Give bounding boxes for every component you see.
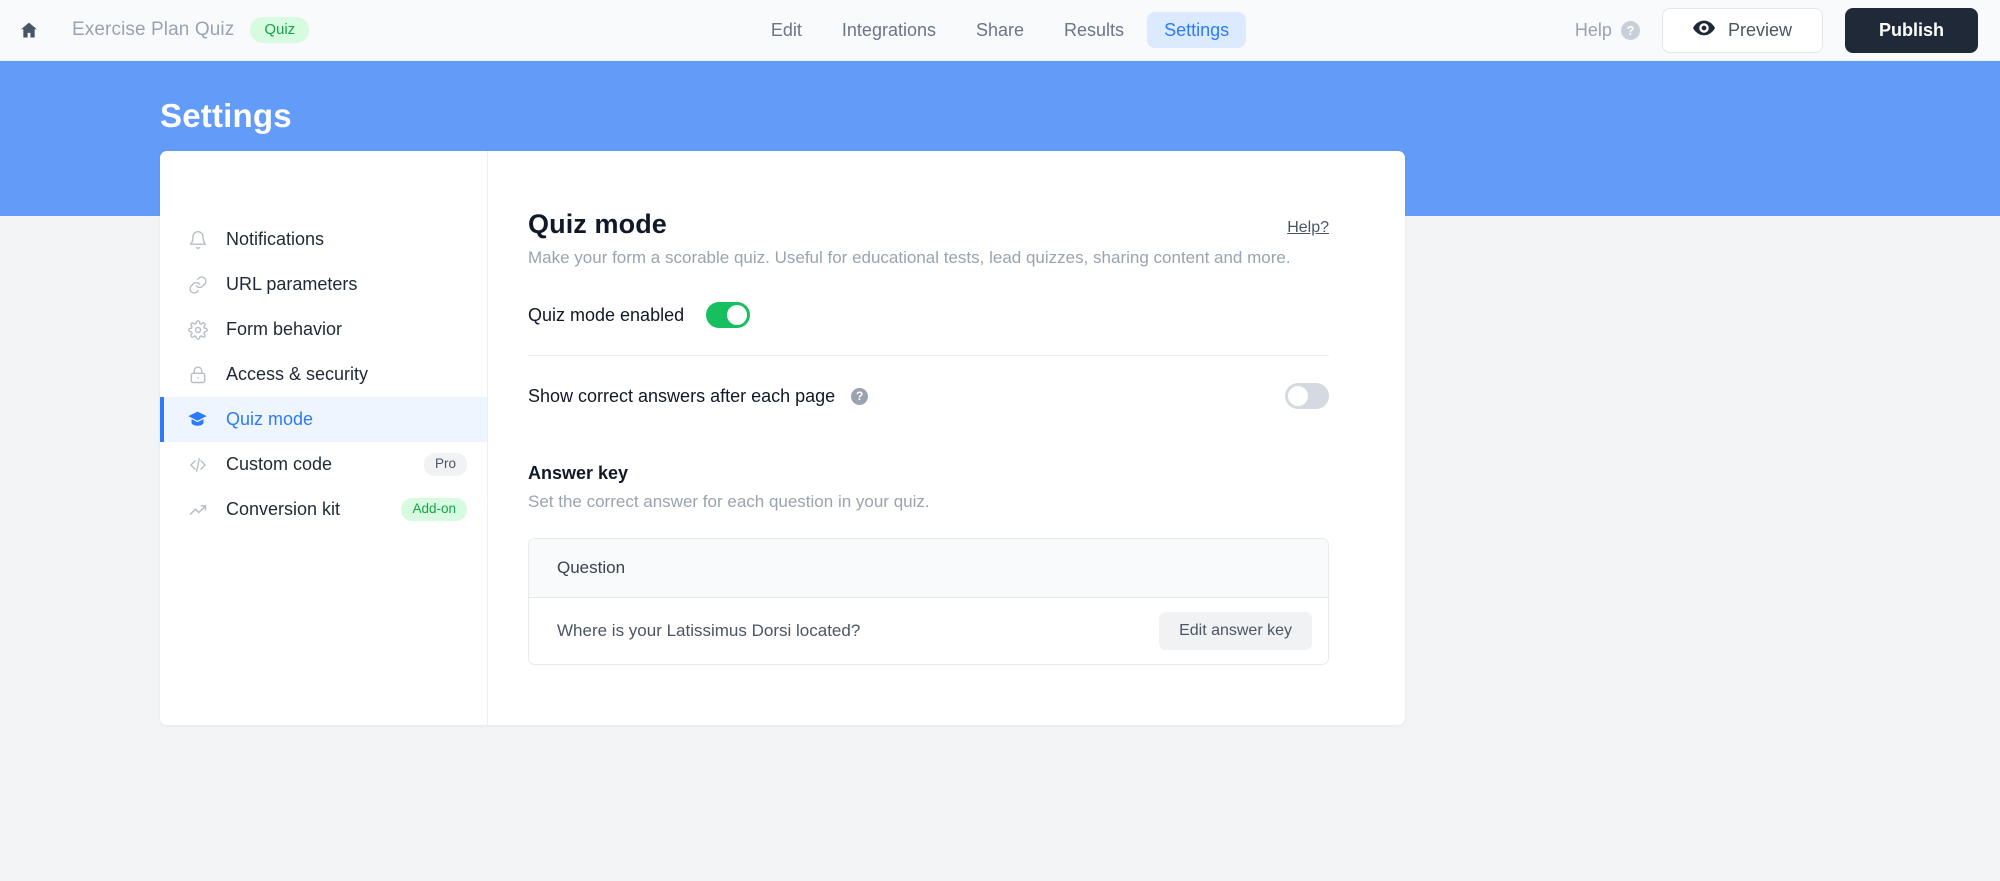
question-mark-icon: ? — [1620, 20, 1640, 40]
top-bar-actions: Help ? Preview Publish — [1575, 7, 1978, 53]
graduation-cap-icon — [187, 409, 208, 430]
sidebar-item-access-security[interactable]: Access & security — [160, 352, 487, 397]
answer-key-title: Answer key — [528, 463, 629, 483]
preview-label: Preview — [1727, 19, 1792, 40]
answer-key-table: Question Where is your Latissimus Dorsi … — [528, 538, 1329, 665]
settings-sidebar: Notifications URL parameters Form behavi… — [160, 151, 488, 725]
sidebar-badge-addon: Add-on — [401, 498, 467, 521]
table-header-question: Question — [529, 539, 1328, 598]
tab-edit[interactable]: Edit — [754, 12, 819, 48]
panel-help-link[interactable]: Help? — [1287, 219, 1329, 237]
quiz-mode-toggle[interactable] — [706, 302, 751, 328]
bell-icon — [187, 229, 208, 250]
show-answers-toggle-row: Show correct answers after each page ? — [528, 356, 1329, 409]
toggle-knob — [1288, 386, 1308, 406]
sidebar-item-label: Quiz mode — [226, 409, 314, 429]
trending-up-icon — [187, 499, 208, 520]
question-mark-icon[interactable]: ? — [851, 387, 869, 405]
show-answers-toggle-label: Show correct answers after each page — [528, 385, 836, 406]
question-text: Where is your Latissimus Dorsi located? — [557, 621, 861, 640]
show-answers-toggle[interactable] — [1285, 383, 1329, 409]
tab-settings[interactable]: Settings — [1147, 12, 1247, 48]
sidebar-item-label: URL parameters — [226, 274, 358, 294]
sidebar-item-url-parameters[interactable]: URL parameters — [160, 262, 487, 307]
quiz-mode-panel: Help? Quiz mode Make your form a scorabl… — [488, 151, 1405, 725]
form-title: Exercise Plan Quiz — [72, 19, 235, 40]
form-type-badge: Quiz — [250, 17, 310, 43]
settings-card: Notifications URL parameters Form behavi… — [160, 151, 1405, 725]
quiz-mode-toggle-row: Quiz mode enabled — [528, 302, 1329, 355]
table-row: Where is your Latissimus Dorsi located? … — [529, 598, 1328, 664]
sidebar-item-custom-code[interactable]: Custom code Pro — [160, 442, 487, 487]
top-bar: Exercise Plan Quiz Quiz Edit Integration… — [0, 0, 2000, 61]
section-subtitle: Make your form a scorable quiz. Useful f… — [528, 248, 1291, 267]
sidebar-item-conversion-kit[interactable]: Conversion kit Add-on — [160, 487, 487, 532]
tab-integrations[interactable]: Integrations — [825, 12, 953, 48]
sidebar-item-label: Conversion kit — [226, 499, 341, 519]
publish-button[interactable]: Publish — [1844, 7, 1978, 53]
code-icon — [187, 454, 208, 475]
quiz-mode-toggle-label: Quiz mode enabled — [528, 304, 685, 325]
edit-answer-key-button[interactable]: Edit answer key — [1159, 612, 1312, 650]
eye-icon — [1692, 20, 1715, 41]
gear-icon — [187, 319, 208, 340]
section-title: Quiz mode — [528, 209, 667, 239]
toggle-knob — [727, 305, 748, 325]
home-button[interactable] — [0, 0, 58, 60]
help-button[interactable]: Help ? — [1575, 20, 1640, 41]
sidebar-item-form-behavior[interactable]: Form behavior — [160, 307, 487, 352]
help-label: Help — [1574, 19, 1612, 40]
link-icon — [187, 274, 208, 295]
home-icon — [19, 20, 39, 40]
lock-icon — [187, 364, 208, 385]
sidebar-item-label: Custom code — [226, 454, 333, 474]
preview-button[interactable]: Preview — [1661, 7, 1823, 53]
sidebar-badge-pro: Pro — [423, 453, 467, 476]
tab-results[interactable]: Results — [1047, 12, 1141, 48]
sidebar-item-quiz-mode[interactable]: Quiz mode — [160, 397, 487, 442]
main-nav: Edit Integrations Share Results Settings — [754, 12, 1247, 48]
sidebar-item-label: Form behavior — [226, 319, 343, 339]
sidebar-item-label: Access & security — [226, 364, 369, 384]
sidebar-item-label: Notifications — [226, 229, 325, 249]
show-answers-label-group: Show correct answers after each page ? — [528, 385, 869, 407]
page-title: Settings — [160, 97, 292, 134]
answer-key-subtitle: Set the correct answer for each question… — [528, 492, 930, 511]
sidebar-item-notifications[interactable]: Notifications — [160, 217, 487, 262]
tab-share[interactable]: Share — [959, 12, 1041, 48]
